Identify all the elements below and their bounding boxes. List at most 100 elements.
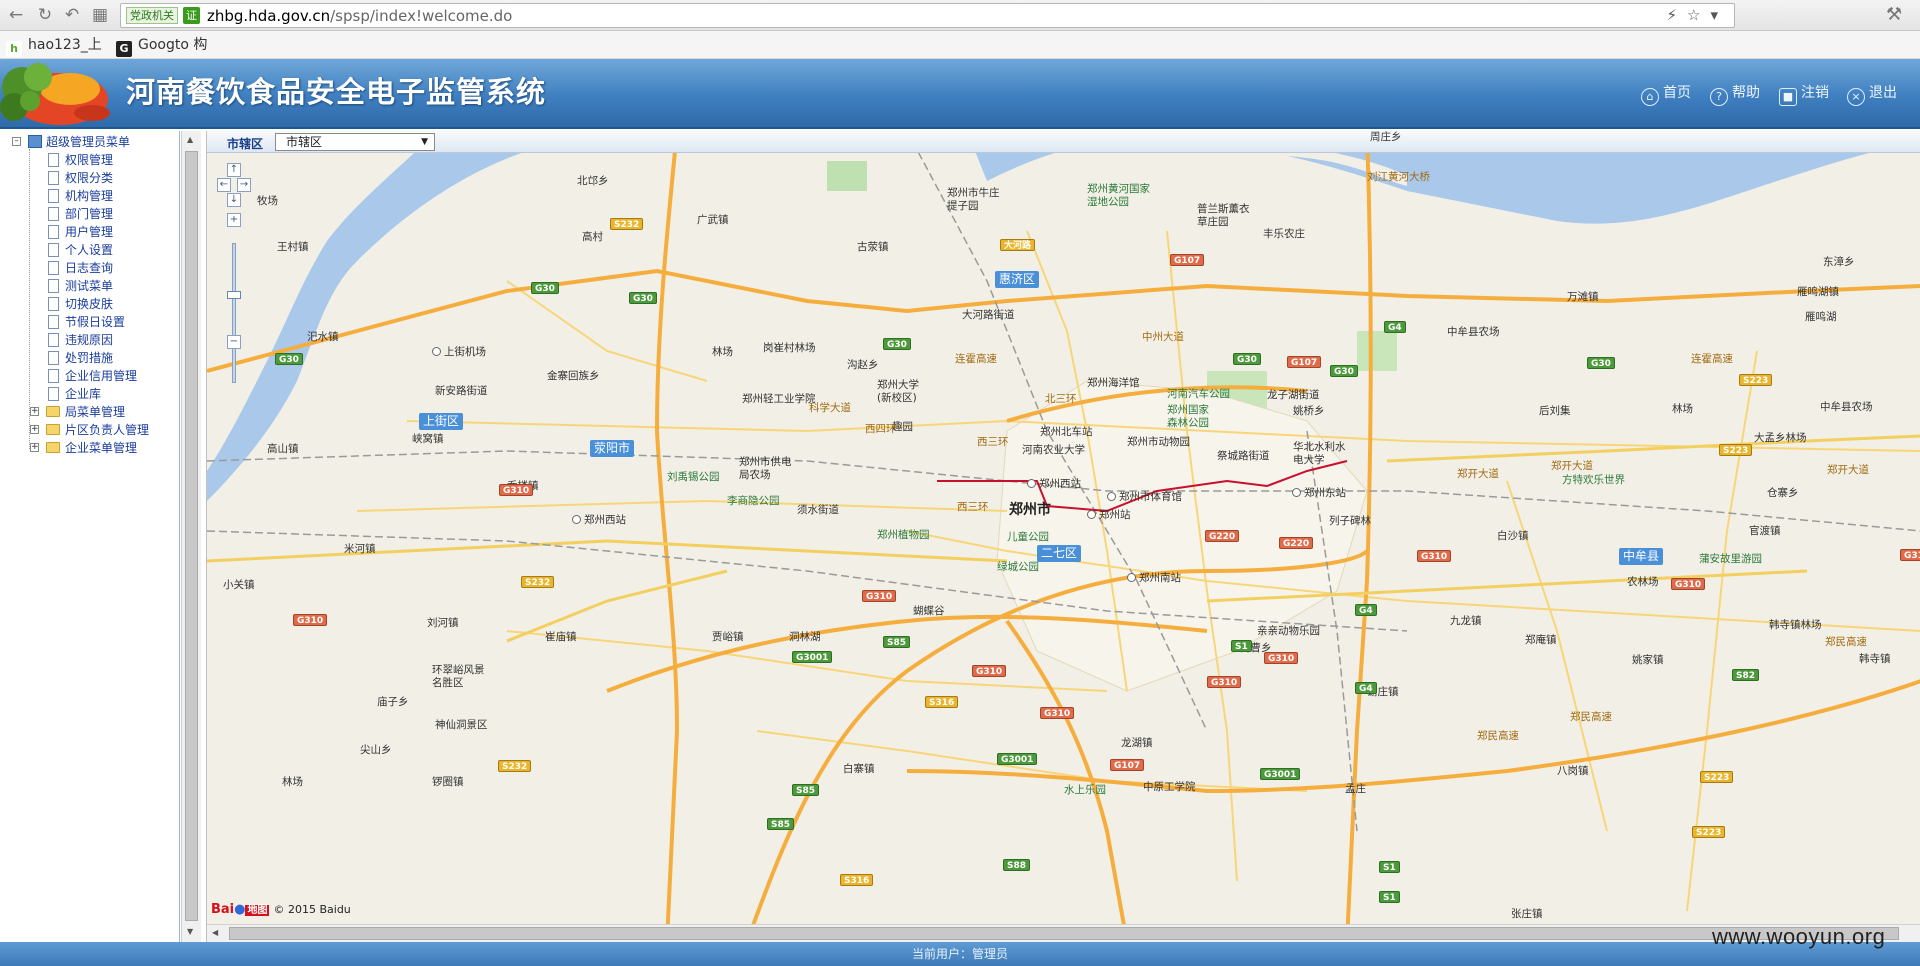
- road-shield: S316: [840, 874, 874, 886]
- map-panel[interactable]: 市辖区 市辖区 ▼ ↑ ← → ↓ + − 北邙乡 牧场 广武镇 高村 王村镇 古…: [206, 131, 1920, 942]
- googto-icon: G: [116, 41, 132, 57]
- road-shield: G310: [1900, 549, 1920, 561]
- menu-item-test-menu[interactable]: 测试菜单: [8, 277, 149, 295]
- map-label: 上街机场: [432, 346, 486, 359]
- expand-icon[interactable]: +: [30, 407, 39, 416]
- road-shield: S232: [610, 218, 644, 230]
- station-icon: [1292, 488, 1301, 497]
- folder-area-manager[interactable]: + 片区负责人管理: [8, 421, 149, 439]
- expand-icon[interactable]: +: [30, 425, 39, 434]
- map-label-text: 郑州南站: [1139, 572, 1181, 584]
- bookmarks-bar: h hao123_上 G Googto 构: [0, 31, 1920, 59]
- scroll-up-icon[interactable]: ▲: [187, 135, 193, 144]
- scroll-left-icon[interactable]: ◀: [212, 928, 218, 937]
- zoom-slider-handle[interactable]: [227, 291, 241, 299]
- scroll-thumb[interactable]: [185, 151, 198, 921]
- zoom-control: ↑ ← → ↓ + −: [217, 163, 253, 393]
- zoom-slider-track[interactable]: [232, 243, 236, 383]
- road-shield: G4: [1355, 604, 1377, 616]
- address-bar[interactable]: 党政机关 证 zhbg.hda.gov.cn/spsp/index!welcom…: [120, 3, 1735, 28]
- tree-root[interactable]: – 超级管理员菜单: [8, 133, 149, 151]
- menu-item-switch-skin[interactable]: 切换皮肤: [8, 295, 149, 313]
- folder-enterprise-menu[interactable]: + 企业菜单管理: [8, 439, 149, 457]
- district-tag[interactable]: 荥阳市: [590, 440, 635, 457]
- menu-item-violation-reasons[interactable]: 违规原因: [8, 331, 149, 349]
- menu-item-holiday-settings[interactable]: 节假日设置: [8, 313, 149, 331]
- folder-bureau-menu[interactable]: + 局菜单管理: [8, 403, 149, 421]
- district-tag[interactable]: 上街区: [419, 413, 464, 430]
- undo-icon[interactable]: ↶: [62, 5, 82, 25]
- road-shield: S223: [1700, 771, 1734, 783]
- map-label: 龙子湖街道: [1267, 389, 1320, 401]
- district-tag[interactable]: 惠济区: [995, 271, 1040, 288]
- road-shield: G3001: [1260, 768, 1301, 780]
- road-shield: G30: [883, 338, 911, 350]
- scroll-down-icon[interactable]: ▼: [187, 927, 193, 936]
- map-label: 雁鸣湖镇: [1797, 286, 1839, 298]
- address-bar-icons[interactable]: ⚡☆▾: [1666, 6, 1728, 24]
- folder-label: 企业菜单管理: [65, 441, 138, 455]
- dropdown-arrow-icon[interactable]: ▾: [1710, 6, 1728, 24]
- bolt-icon[interactable]: ⚡: [1666, 6, 1687, 24]
- url-text[interactable]: zhbg.hda.gov.cn/spsp/index!welcome.do: [207, 7, 512, 25]
- zoom-out-icon[interactable]: −: [227, 335, 241, 349]
- bookmark-hao123[interactable]: h hao123_上: [6, 35, 102, 57]
- grid-icon[interactable]: ▦: [90, 5, 110, 25]
- menu-item-users[interactable]: 用户管理: [8, 223, 149, 241]
- map-canvas[interactable]: [207, 131, 1920, 942]
- menu-item-log-query[interactable]: 日志查询: [8, 259, 149, 277]
- menu-item-enterprise-library[interactable]: 企业库: [8, 385, 149, 403]
- menu-item-personal-settings[interactable]: 个人设置: [8, 241, 149, 259]
- road-label: 西三环: [957, 501, 989, 513]
- map-label: 方特欢乐世界: [1562, 474, 1625, 486]
- home-icon: ⌂: [1641, 88, 1659, 106]
- pan-down-icon[interactable]: ↓: [227, 193, 241, 207]
- app-title: 河南餐饮食品安全电子监管系统: [126, 75, 547, 109]
- road-shield: G310: [862, 590, 897, 602]
- menu-item-label: 机构管理: [65, 189, 114, 203]
- district-tag[interactable]: 中牟县: [1619, 548, 1664, 565]
- folder-label: 片区负责人管理: [65, 423, 150, 437]
- reload-icon[interactable]: ↻: [35, 5, 55, 25]
- sidebar-scrollbar[interactable]: ▲ ▼: [181, 131, 201, 942]
- map-label-text: 郑州西站: [1039, 478, 1081, 490]
- menu-item-department[interactable]: 部门管理: [8, 205, 149, 223]
- district-tag[interactable]: 二七区: [1037, 545, 1082, 562]
- menu-item-permission[interactable]: 权限管理: [8, 151, 149, 169]
- pan-left-icon[interactable]: ←: [217, 178, 231, 192]
- map-label: 郑州国家森林公园: [1167, 404, 1209, 429]
- map-label: 郑州大学(新校区): [877, 379, 919, 404]
- road-label: 中州大道: [1142, 331, 1184, 343]
- star-icon[interactable]: ☆: [1687, 6, 1710, 24]
- nav-home[interactable]: ⌂ 首页: [1641, 83, 1691, 106]
- map-horizontal-scrollbar[interactable]: ◀: [207, 924, 1920, 942]
- map-label: 万滩镇: [1567, 291, 1599, 303]
- zoom-in-icon[interactable]: +: [227, 213, 241, 227]
- road-shield: S223: [1719, 444, 1753, 456]
- menu-item-penalties[interactable]: 处罚措施: [8, 349, 149, 367]
- expand-icon[interactable]: +: [30, 443, 39, 452]
- bookmark-googto[interactable]: G Googto 构: [116, 35, 207, 57]
- pan-right-icon[interactable]: →: [237, 178, 251, 192]
- menu-item-label: 用户管理: [65, 225, 114, 239]
- page-icon: [48, 297, 59, 311]
- url-host: zhbg.hda.gov.cn: [207, 7, 331, 25]
- menu-item-credit-management[interactable]: 企业信用管理: [8, 367, 149, 385]
- wrench-icon[interactable]: ⚒: [1886, 4, 1902, 25]
- road-shield: G310: [1264, 652, 1299, 664]
- map-label: 岗崔村林场: [763, 342, 816, 354]
- district-select[interactable]: 市辖区 ▼: [275, 133, 435, 151]
- menu-item-permission-category[interactable]: 权限分类: [8, 169, 149, 187]
- back-icon[interactable]: ←: [6, 5, 26, 25]
- baidu-logo[interactable]: Bai● 地图 © 2015 Baidu: [211, 903, 351, 918]
- collapse-icon[interactable]: –: [12, 137, 21, 146]
- scroll-thumb[interactable]: [229, 927, 1899, 940]
- tree-root-label: 超级管理员菜单: [46, 135, 131, 149]
- nav-logout[interactable]: ■ 注销: [1779, 83, 1829, 106]
- nav-exit[interactable]: × 退出: [1847, 83, 1897, 106]
- menu-item-organization[interactable]: 机构管理: [8, 187, 149, 205]
- pan-up-icon[interactable]: ↑: [227, 163, 241, 177]
- nav-help[interactable]: ? 帮助: [1710, 83, 1760, 106]
- map-label: 九龙镇: [1450, 615, 1482, 627]
- map-label: 峡窝镇: [412, 433, 444, 445]
